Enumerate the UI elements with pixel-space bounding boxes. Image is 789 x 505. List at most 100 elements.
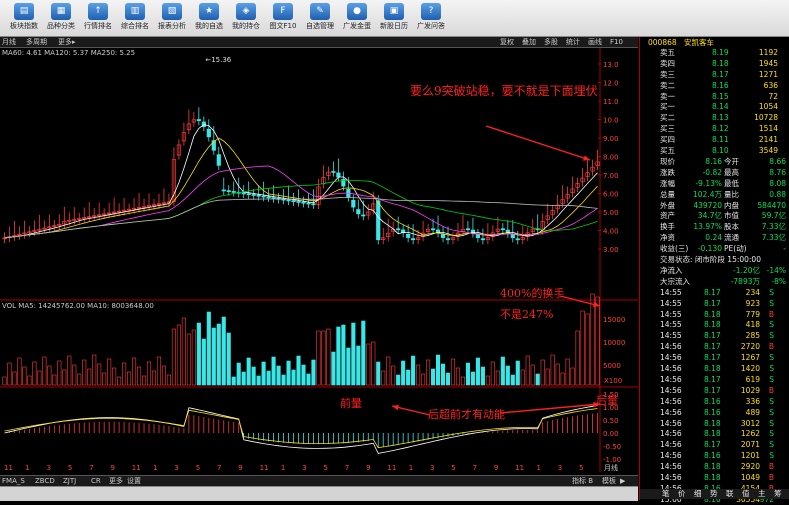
- tab-right-1[interactable]: 叠加: [522, 37, 536, 47]
- quote-cell: 14:56: [660, 418, 682, 428]
- toolbar-button-2[interactable]: ↑ 行情排名: [80, 2, 116, 34]
- toolbar-button-4[interactable]: ▧ 报表分析: [154, 2, 190, 34]
- x-tick: 9: [111, 464, 115, 472]
- quote-footer-tab[interactable]: 筹: [774, 489, 782, 499]
- tab-right-2[interactable]: 多股: [544, 37, 558, 47]
- quote-footer-tab[interactable]: 笔: [662, 489, 670, 499]
- quote-cell: 14:56: [660, 440, 682, 450]
- quote-cell: 14:55: [660, 331, 682, 341]
- volume-bar: [276, 365, 281, 386]
- volume-bar: [570, 367, 575, 386]
- toolbar-button-0[interactable]: ▤ 板块指数: [6, 2, 42, 34]
- volume-bar: [291, 369, 296, 386]
- annotation-top: 要么9突破站稳，要不就是下面埋伏: [410, 84, 598, 98]
- quote-footer-tab[interactable]: 细: [694, 489, 702, 499]
- tab-left-2[interactable]: 更多▸: [58, 37, 76, 47]
- indicator-right-tab-0[interactable]: 指标 B: [572, 476, 593, 486]
- chart-area[interactable]: MA60: 4.61 MA120: 5.37 MA250: 5.25 13.0 12…: [0, 48, 638, 472]
- x-tick: 11: [387, 464, 396, 472]
- x-tick: 9: [238, 464, 242, 472]
- volume-bar: [585, 313, 590, 386]
- arrow-top: [485, 125, 591, 161]
- quote-cell: S: [769, 418, 774, 428]
- volume-readout: VOL MA5: 14245762.00 MA10: 8003648.00: [2, 302, 154, 310]
- macd-y-tick: -0.50: [603, 443, 621, 451]
- quote-footer-tab[interactable]: 主: [758, 489, 766, 499]
- indicator-tab-5[interactable]: 设置: [127, 476, 141, 486]
- toolbar-button-9[interactable]: ● 广发金蛋: [339, 2, 375, 34]
- quote-cell: 13.97%: [693, 222, 722, 232]
- tick-row: 14:56 8.17 1029 B: [640, 386, 789, 396]
- indicator-right-tab-1[interactable]: 模板: [602, 476, 616, 486]
- quote-cell: -0.82: [702, 167, 722, 177]
- toolbar-button-5[interactable]: ★ 我的自选: [191, 2, 227, 34]
- ask-row: 卖四 8.18 1945: [640, 59, 789, 69]
- volume-bar: [72, 364, 77, 386]
- quote-cell: 8.18: [712, 58, 729, 68]
- quote-cell: 1514: [758, 124, 778, 134]
- quote-cell: 换手: [660, 222, 675, 232]
- quote-cell: 资产: [660, 211, 675, 221]
- toolbar-label: 我的自选: [195, 22, 223, 30]
- volume-bar: [440, 363, 446, 386]
- price-y-tick: 4.00: [603, 228, 619, 236]
- indicator-tab-4[interactable]: 更多: [109, 476, 123, 486]
- quote-cell: 14:56: [660, 342, 682, 352]
- tab-left-1[interactable]: 多周期: [26, 37, 47, 47]
- toolbar-button-6[interactable]: ◈ 我的持仓: [228, 2, 264, 34]
- tick-row: 14:56 8.17 2720 B: [640, 342, 789, 352]
- status-bar: [0, 486, 638, 501]
- indicator-right-tab-2[interactable]: ▶: [620, 476, 625, 486]
- tab-right-0[interactable]: 复权: [500, 37, 514, 47]
- price-y-tick: 11.0: [603, 98, 619, 106]
- toolbar-button-11[interactable]: ? 广发问答: [413, 2, 449, 34]
- quote-cell: 8.17: [704, 331, 721, 341]
- quote-footer-tab[interactable]: 值: [742, 489, 750, 499]
- kline-chart[interactable]: MA60: 4.61 MA120: 5.37 MA250: 5.25 13.0 12…: [0, 48, 638, 472]
- quote-cell: 336: [745, 396, 760, 406]
- quote-footer-tab[interactable]: 价: [678, 489, 686, 499]
- candle-body: [331, 171, 336, 173]
- volume-bar: [356, 345, 361, 386]
- quote-cell: 现价: [660, 156, 675, 166]
- volume-bar: [32, 361, 37, 386]
- indicator-tab-0[interactable]: FMA_S: [2, 476, 25, 486]
- quote-cell: S: [769, 396, 774, 406]
- quote-cell: 1192: [758, 47, 778, 57]
- x-tick: 7: [473, 464, 477, 472]
- volume-bar: [445, 372, 451, 386]
- x-tick: 1: [409, 464, 413, 472]
- toolbar-icon: ▧: [162, 3, 182, 20]
- volume-bar: [406, 369, 411, 386]
- tick-row: 14:55 8.17 923 S: [640, 299, 789, 309]
- volume-bar: [495, 370, 500, 386]
- tab-right-3[interactable]: 统计: [566, 37, 580, 47]
- indicator-tab-3[interactable]: CR: [91, 476, 101, 486]
- toolbar-label: 图文F10: [269, 22, 297, 30]
- toolbar-button-10[interactable]: ▣ 新股日历: [376, 2, 412, 34]
- quote-footer-tab[interactable]: 势: [710, 489, 718, 499]
- volume-bar: [241, 371, 246, 386]
- volume-bar: [366, 343, 371, 386]
- tab-right-4[interactable]: 画线: [588, 37, 602, 47]
- volume-bar: [346, 347, 351, 386]
- toolbar-button-1[interactable]: ▦ 品种分类: [43, 2, 79, 34]
- quote-cell: 买四: [660, 135, 675, 145]
- toolbar-label: 综合排名: [121, 22, 149, 30]
- toolbar-button-3[interactable]: ▥ 综合排名: [117, 2, 153, 34]
- volume-bar: [281, 374, 286, 386]
- indicator-tab-1[interactable]: ZBCD: [35, 476, 55, 486]
- toolbar-label: 行情排名: [84, 22, 112, 30]
- x-tick: 5: [451, 464, 455, 472]
- toolbar-icon: ▦: [51, 3, 71, 20]
- toolbar-button-8[interactable]: ✎ 自选管理: [302, 2, 338, 34]
- tab-left-0[interactable]: 月线: [2, 37, 16, 47]
- quote-cell: 2141: [758, 135, 778, 145]
- quote-footer-tab[interactable]: 联: [726, 489, 734, 499]
- volume-bar: [336, 326, 341, 386]
- tab-right-5[interactable]: F10: [610, 37, 623, 47]
- toolbar-button-7[interactable]: F 图文F10: [265, 2, 301, 34]
- indicator-tab-2[interactable]: ZJTJ: [63, 476, 76, 486]
- quote-cell: 8.16: [705, 156, 722, 166]
- x-tick: 9: [366, 464, 370, 472]
